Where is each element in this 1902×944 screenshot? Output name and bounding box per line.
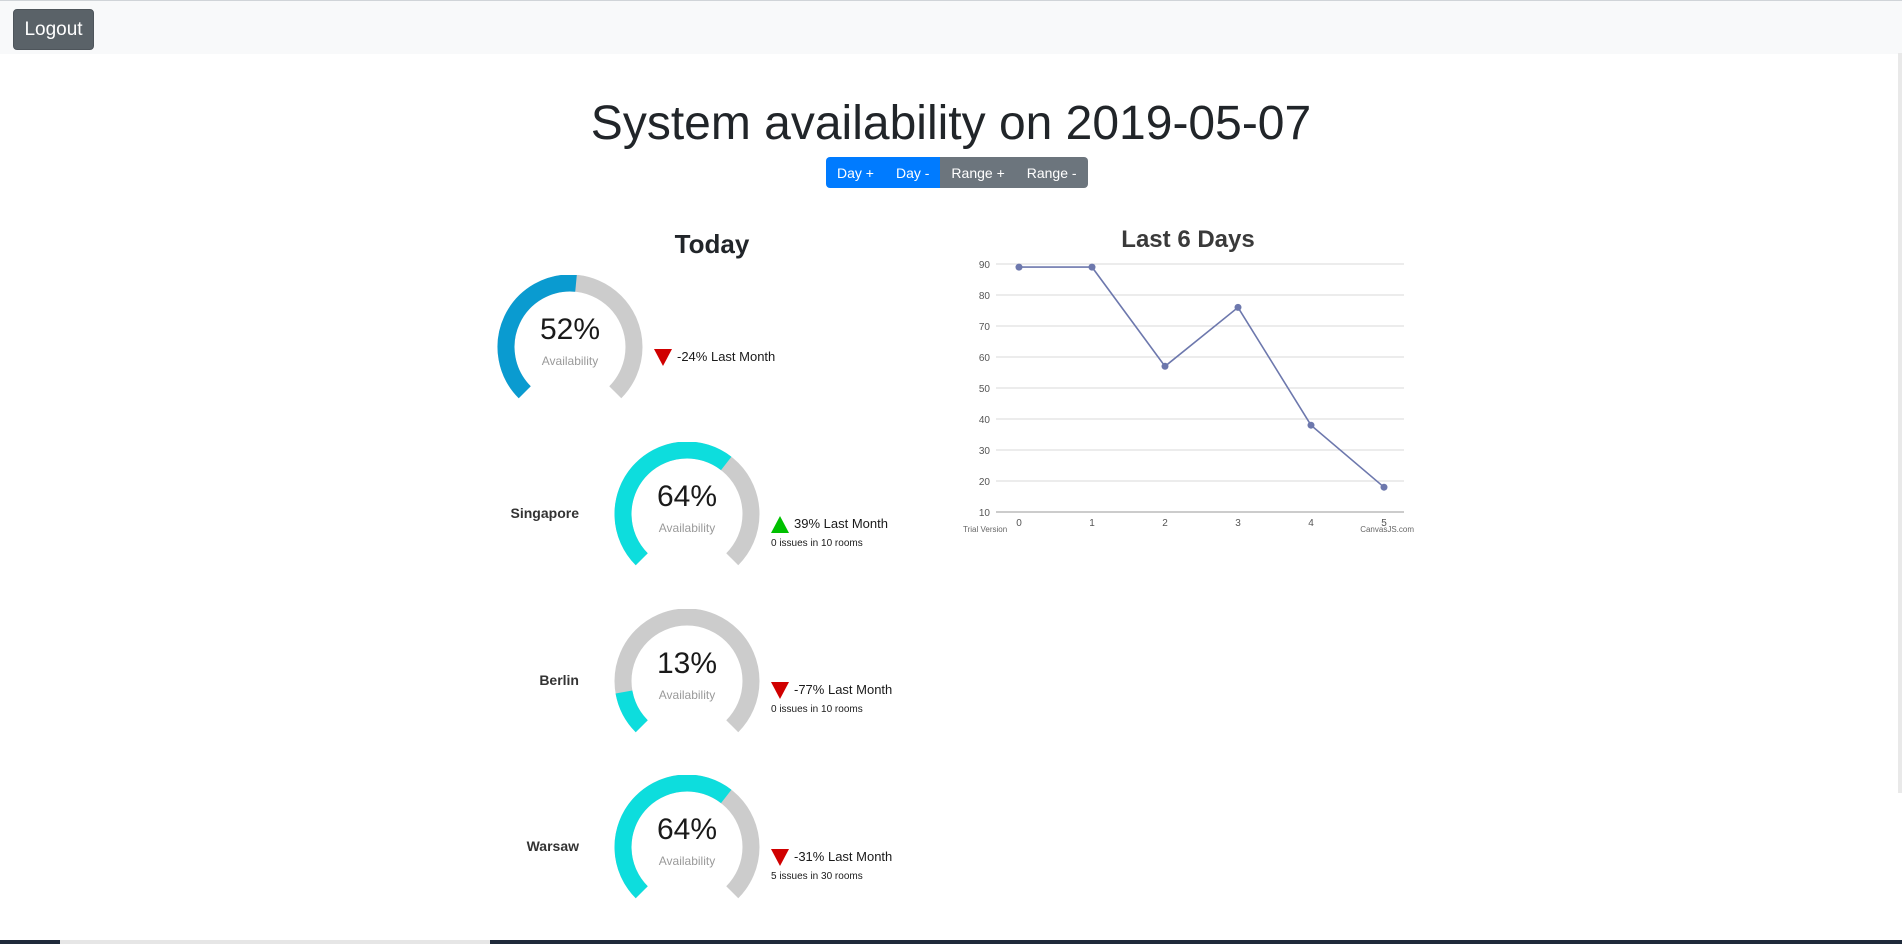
logout-button[interactable]: Logout (13, 9, 94, 50)
y-tick-label: 70 (979, 322, 991, 333)
scrollbar-edge[interactable] (1898, 53, 1902, 793)
overall-trend: -24% Last Month (654, 349, 776, 367)
city-label-berlin: Berlin (539, 672, 579, 688)
x-tick-label: 3 (1235, 518, 1241, 529)
warsaw-trend: -31% Last Month (771, 849, 893, 867)
trend-down-icon (654, 349, 672, 367)
x-tick-label: 1 (1089, 518, 1095, 529)
x-tick-label: 2 (1162, 518, 1168, 529)
trend-text: -77% Last Month (794, 682, 893, 697)
y-tick-label: 90 (979, 260, 991, 271)
y-tick-label: 30 (979, 446, 991, 457)
range-plus-button[interactable]: Range + (940, 157, 1016, 188)
trend-down-icon (771, 682, 789, 700)
canvasjs-watermark: CanvasJS.com (1360, 525, 1414, 534)
gauge-value: 52% (539, 313, 601, 346)
y-tick-label: 60 (979, 353, 991, 364)
warsaw-issues: 5 issues in 30 rooms (771, 871, 863, 882)
singapore-issues: 0 issues in 10 rooms (771, 538, 863, 549)
page-title: System availability on 2019-05-07 (590, 97, 1312, 150)
data-point (1307, 421, 1315, 429)
trend-up-icon (771, 516, 789, 534)
day-plus-button[interactable]: Day + (826, 157, 885, 188)
gauge-label: Availability (658, 688, 716, 702)
gauge-label: Availability (541, 354, 599, 368)
singapore-trend: 39% Last Month (771, 516, 888, 534)
y-tick-label: 10 (979, 508, 991, 519)
data-point (1161, 362, 1169, 370)
series-line (1019, 266, 1385, 488)
overall-gauge: 52% Availability (496, 275, 644, 403)
date-range-controls: Day + Day - Range + Range - (826, 157, 1088, 188)
data-point (1015, 263, 1023, 271)
gauge-value: 13% (656, 647, 718, 680)
y-tick-label: 20 (979, 477, 991, 488)
y-tick-label: 50 (979, 384, 991, 395)
last-6-days-chart: Last 6 Days 10 20 30 40 50 60 70 80 90 0 1 2 3 4 5 Tria… (960, 226, 1416, 546)
trial-version-watermark: Trial Version (963, 525, 1007, 534)
trend-text: 39% Last Month (794, 516, 888, 531)
y-tick-label: 80 (979, 291, 991, 302)
berlin-issues: 0 issues in 10 rooms (771, 704, 863, 715)
city-label-warsaw: Warsaw (526, 838, 579, 854)
gauge-value: 64% (656, 813, 718, 846)
berlin-trend: -77% Last Month (771, 682, 893, 700)
data-point (1234, 303, 1242, 311)
trend-text: -24% Last Month (677, 349, 776, 364)
data-point (1380, 483, 1388, 491)
top-navbar: Logout (0, 0, 1902, 54)
range-minus-button[interactable]: Range - (1015, 157, 1088, 188)
trend-text: -31% Last Month (794, 849, 893, 864)
taskbar-highlight (60, 940, 490, 944)
day-minus-button[interactable]: Day - (884, 157, 941, 188)
warsaw-gauge: 64% Availability (613, 775, 761, 903)
gauge-label: Availability (658, 521, 716, 535)
city-label-singapore: Singapore (510, 505, 579, 521)
trend-down-icon (771, 849, 789, 867)
berlin-gauge: 13% Availability (613, 609, 761, 737)
x-tick-label: 0 (1016, 518, 1022, 529)
x-tick-label: 4 (1308, 518, 1314, 529)
today-title: Today (674, 229, 750, 259)
gauge-value: 64% (656, 480, 718, 513)
singapore-gauge: 64% Availability (613, 442, 761, 570)
data-point (1088, 263, 1096, 271)
gauge-label: Availability (658, 854, 716, 868)
y-tick-label: 40 (979, 415, 991, 426)
line-chart-svg: 1020304050607080900 1 2 3 4 5Trial Version Can… (963, 260, 1414, 534)
